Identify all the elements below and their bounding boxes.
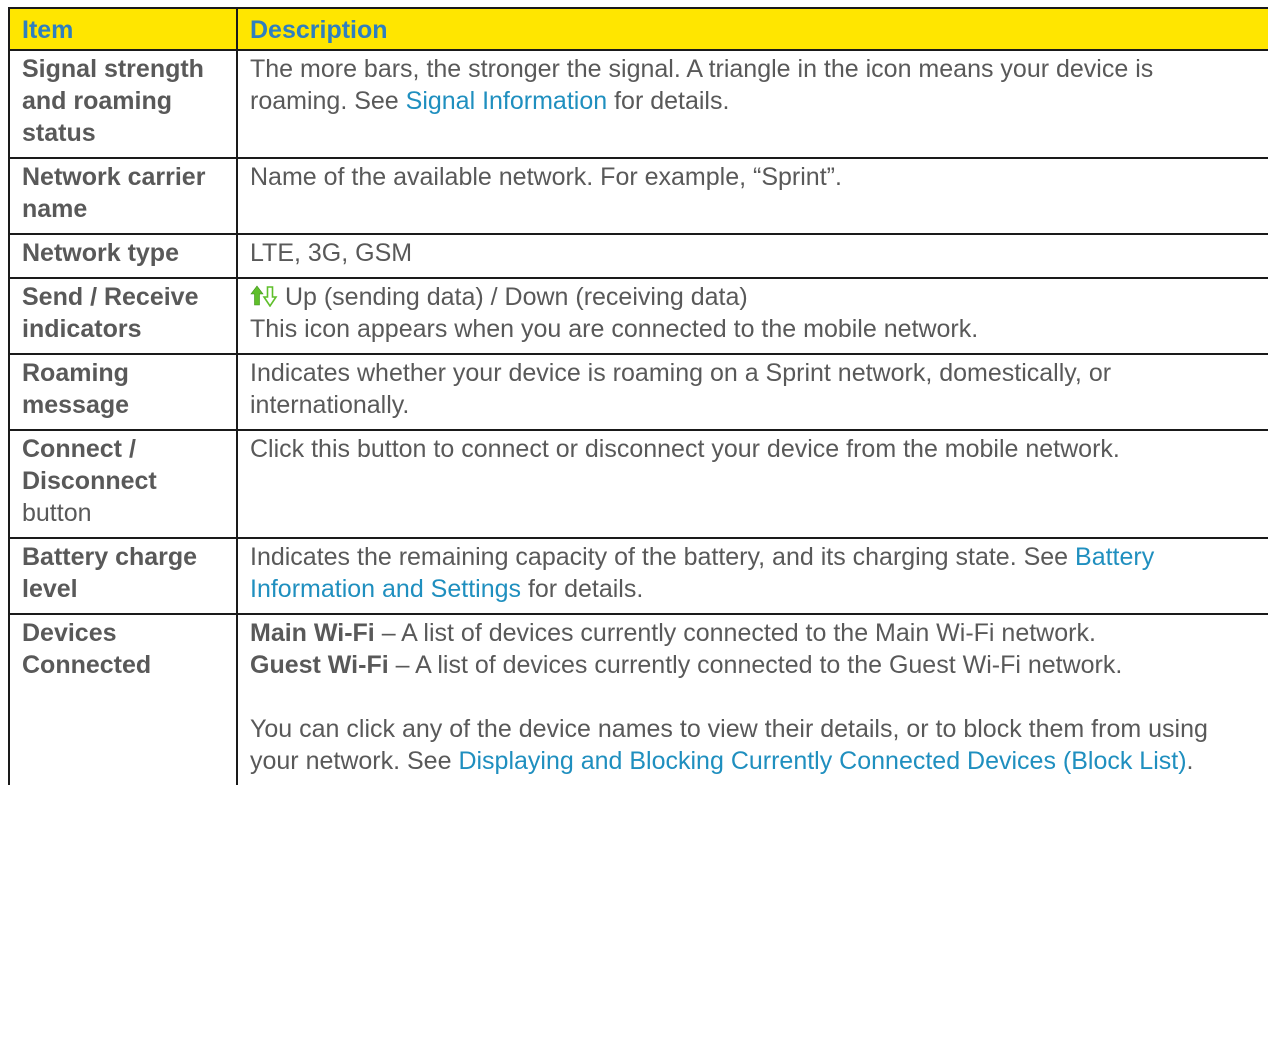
guest-wifi-label: Guest Wi-Fi (250, 651, 389, 679)
description-cell: Indicates the remaining capacity of the … (236, 537, 1268, 615)
table-row: Roaming message Indicates whether your d… (8, 353, 1268, 431)
description-cell: Up (sending data) / Down (receiving data… (236, 277, 1268, 355)
table-row: Battery charge level Indicates the remai… (8, 537, 1268, 615)
item-cell: Send / Receive indicators (8, 277, 238, 355)
item-cell: Devices Connected (8, 613, 238, 785)
send-receive-line: Up (sending data) / Down (receiving data… (250, 281, 1257, 313)
block-list-link[interactable]: Displaying and Blocking Currently Connec… (458, 747, 1186, 775)
description-cell: LTE, 3G, GSM (236, 233, 1268, 279)
item-cell: Network type (8, 233, 238, 279)
description-text: Up (sending data) / Down (receiving data… (278, 283, 748, 311)
description-text: – A list of devices currently connected … (374, 619, 1096, 647)
description-text: This icon appears when you are connected… (250, 315, 979, 343)
item-cell: Battery charge level (8, 537, 238, 615)
table-row: Signal strength and roaming status The m… (8, 49, 1268, 159)
status-items-table: Item Description Signal strength and roa… (8, 7, 1268, 785)
table-header-row: Item Description (8, 7, 1268, 51)
table-row: Network carrier name Name of the availab… (8, 157, 1268, 235)
table-row: Network type LTE, 3G, GSM (8, 233, 1268, 279)
main-wifi-label: Main Wi-Fi (250, 619, 375, 647)
description-text: for details. (521, 575, 644, 603)
header-item: Item (8, 7, 238, 51)
table-row: Connect / Disconnect button Click this bu… (8, 429, 1268, 539)
description-text: for details. (607, 87, 730, 115)
signal-information-link[interactable]: Signal Information (406, 87, 608, 115)
description-cell: Indicates whether your device is roaming… (236, 353, 1268, 431)
description-text: – A list of devices currently connected … (388, 651, 1123, 679)
description-cell: Click this button to connect or disconne… (236, 429, 1268, 539)
description-cell: Main Wi-Fi – A list of devices currently… (236, 613, 1268, 785)
item-cell: Signal strength and roaming status (8, 49, 238, 159)
item-cell: Roaming message (8, 353, 238, 431)
block-list-paragraph: You can click any of the device names to… (250, 713, 1257, 777)
header-description: Description (236, 7, 1268, 51)
item-cell: Connect / Disconnect button (8, 429, 238, 539)
table-row: Devices Connected Main Wi-Fi – A list of… (8, 613, 1268, 785)
description-text: Indicates the remaining capacity of the … (250, 543, 1076, 571)
description-cell: Name of the available network. For examp… (236, 157, 1268, 235)
description-cell: The more bars, the stronger the signal. … (236, 49, 1268, 159)
description-text: . (1186, 747, 1194, 775)
item-bold-text: Connect / Disconnect (22, 435, 157, 495)
item-cell: Network carrier name (8, 157, 238, 235)
table-row: Send / Receive indicators Up (sending da… (8, 277, 1268, 355)
main-wifi-line: Main Wi-Fi – A list of devices currently… (250, 617, 1257, 649)
item-plain-text: button (22, 499, 92, 527)
guest-wifi-line: Guest Wi-Fi – A list of devices currentl… (250, 649, 1257, 681)
description-table-container: Item Description Signal strength and roa… (8, 7, 1268, 785)
up-down-arrows-icon (250, 285, 278, 307)
